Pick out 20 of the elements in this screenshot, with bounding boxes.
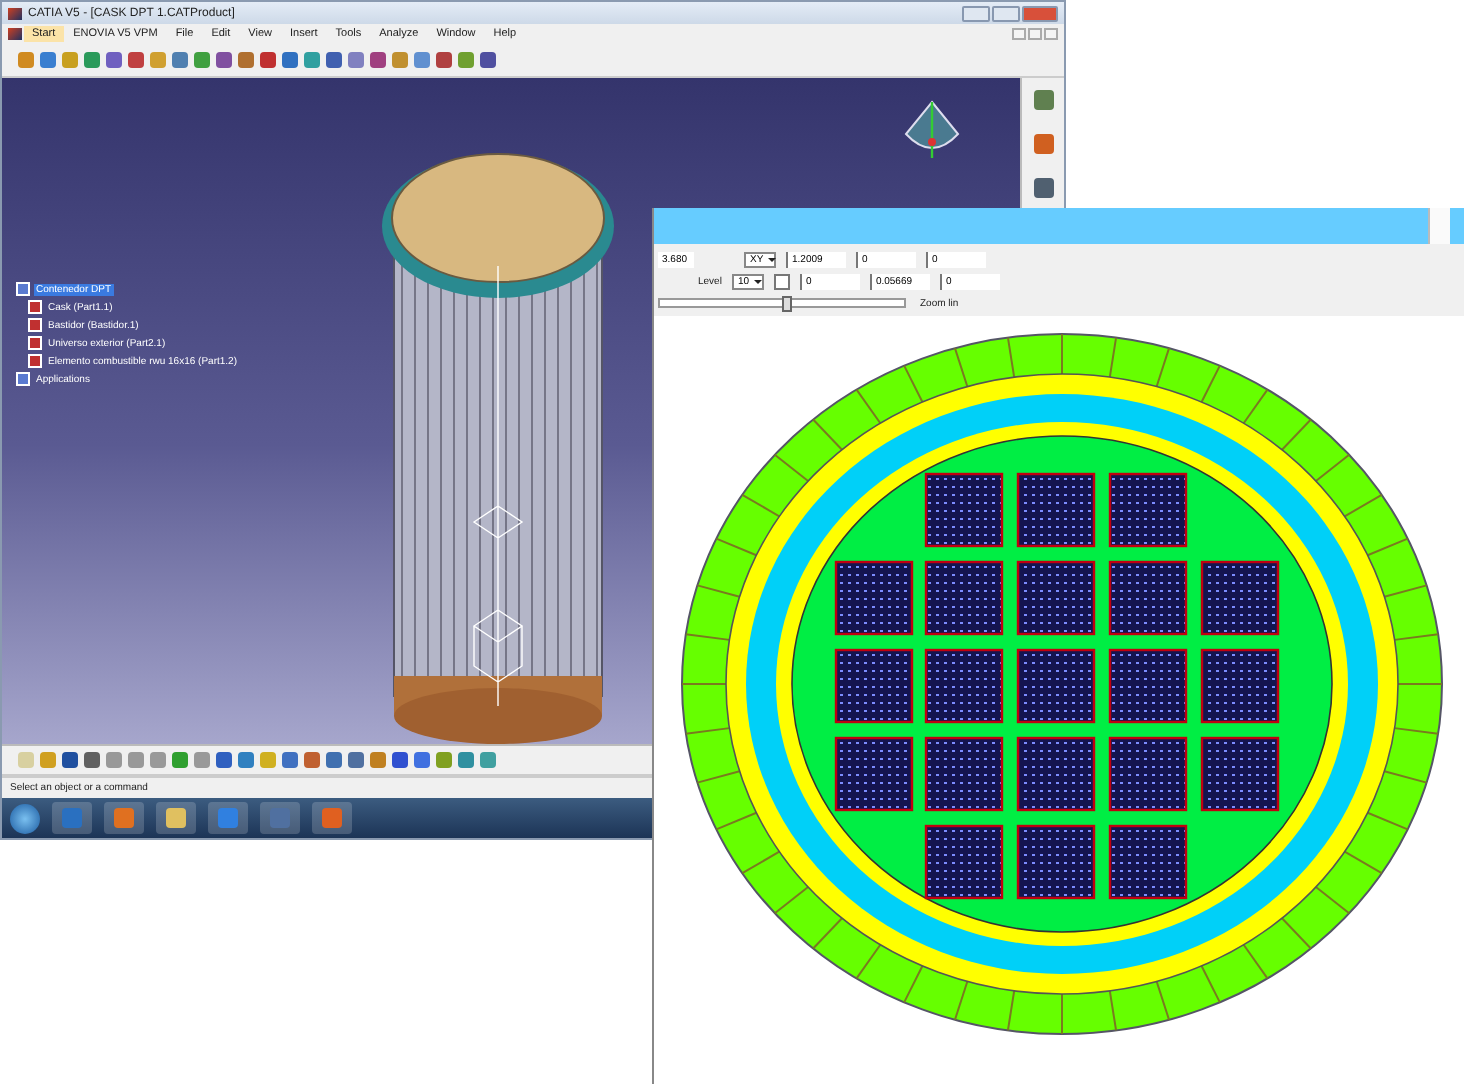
taskbar-icon[interactable] xyxy=(104,802,144,834)
node-icon xyxy=(16,372,30,386)
close-button[interactable] xyxy=(1022,5,1058,21)
close-button[interactable] xyxy=(1044,28,1058,40)
node-icon xyxy=(16,282,30,296)
checkbox[interactable] xyxy=(773,273,790,289)
minimize-button[interactable] xyxy=(1012,28,1026,40)
scrollbar[interactable] xyxy=(1428,208,1450,244)
taskbar-icon[interactable] xyxy=(156,802,196,834)
start-button[interactable] xyxy=(10,803,40,833)
tool-icon[interactable] xyxy=(1033,134,1053,154)
maximize-button[interactable] xyxy=(992,5,1020,21)
zoom-slider[interactable] xyxy=(658,298,906,308)
restore-button[interactable] xyxy=(1028,28,1042,40)
minimize-button[interactable] xyxy=(962,5,990,21)
taskbar-icon[interactable] xyxy=(208,802,248,834)
tool-icon[interactable] xyxy=(1033,90,1053,110)
tool-icon[interactable] xyxy=(1033,178,1053,198)
taskbar-icon[interactable] xyxy=(312,802,352,834)
slider-thumb[interactable] xyxy=(782,296,792,312)
